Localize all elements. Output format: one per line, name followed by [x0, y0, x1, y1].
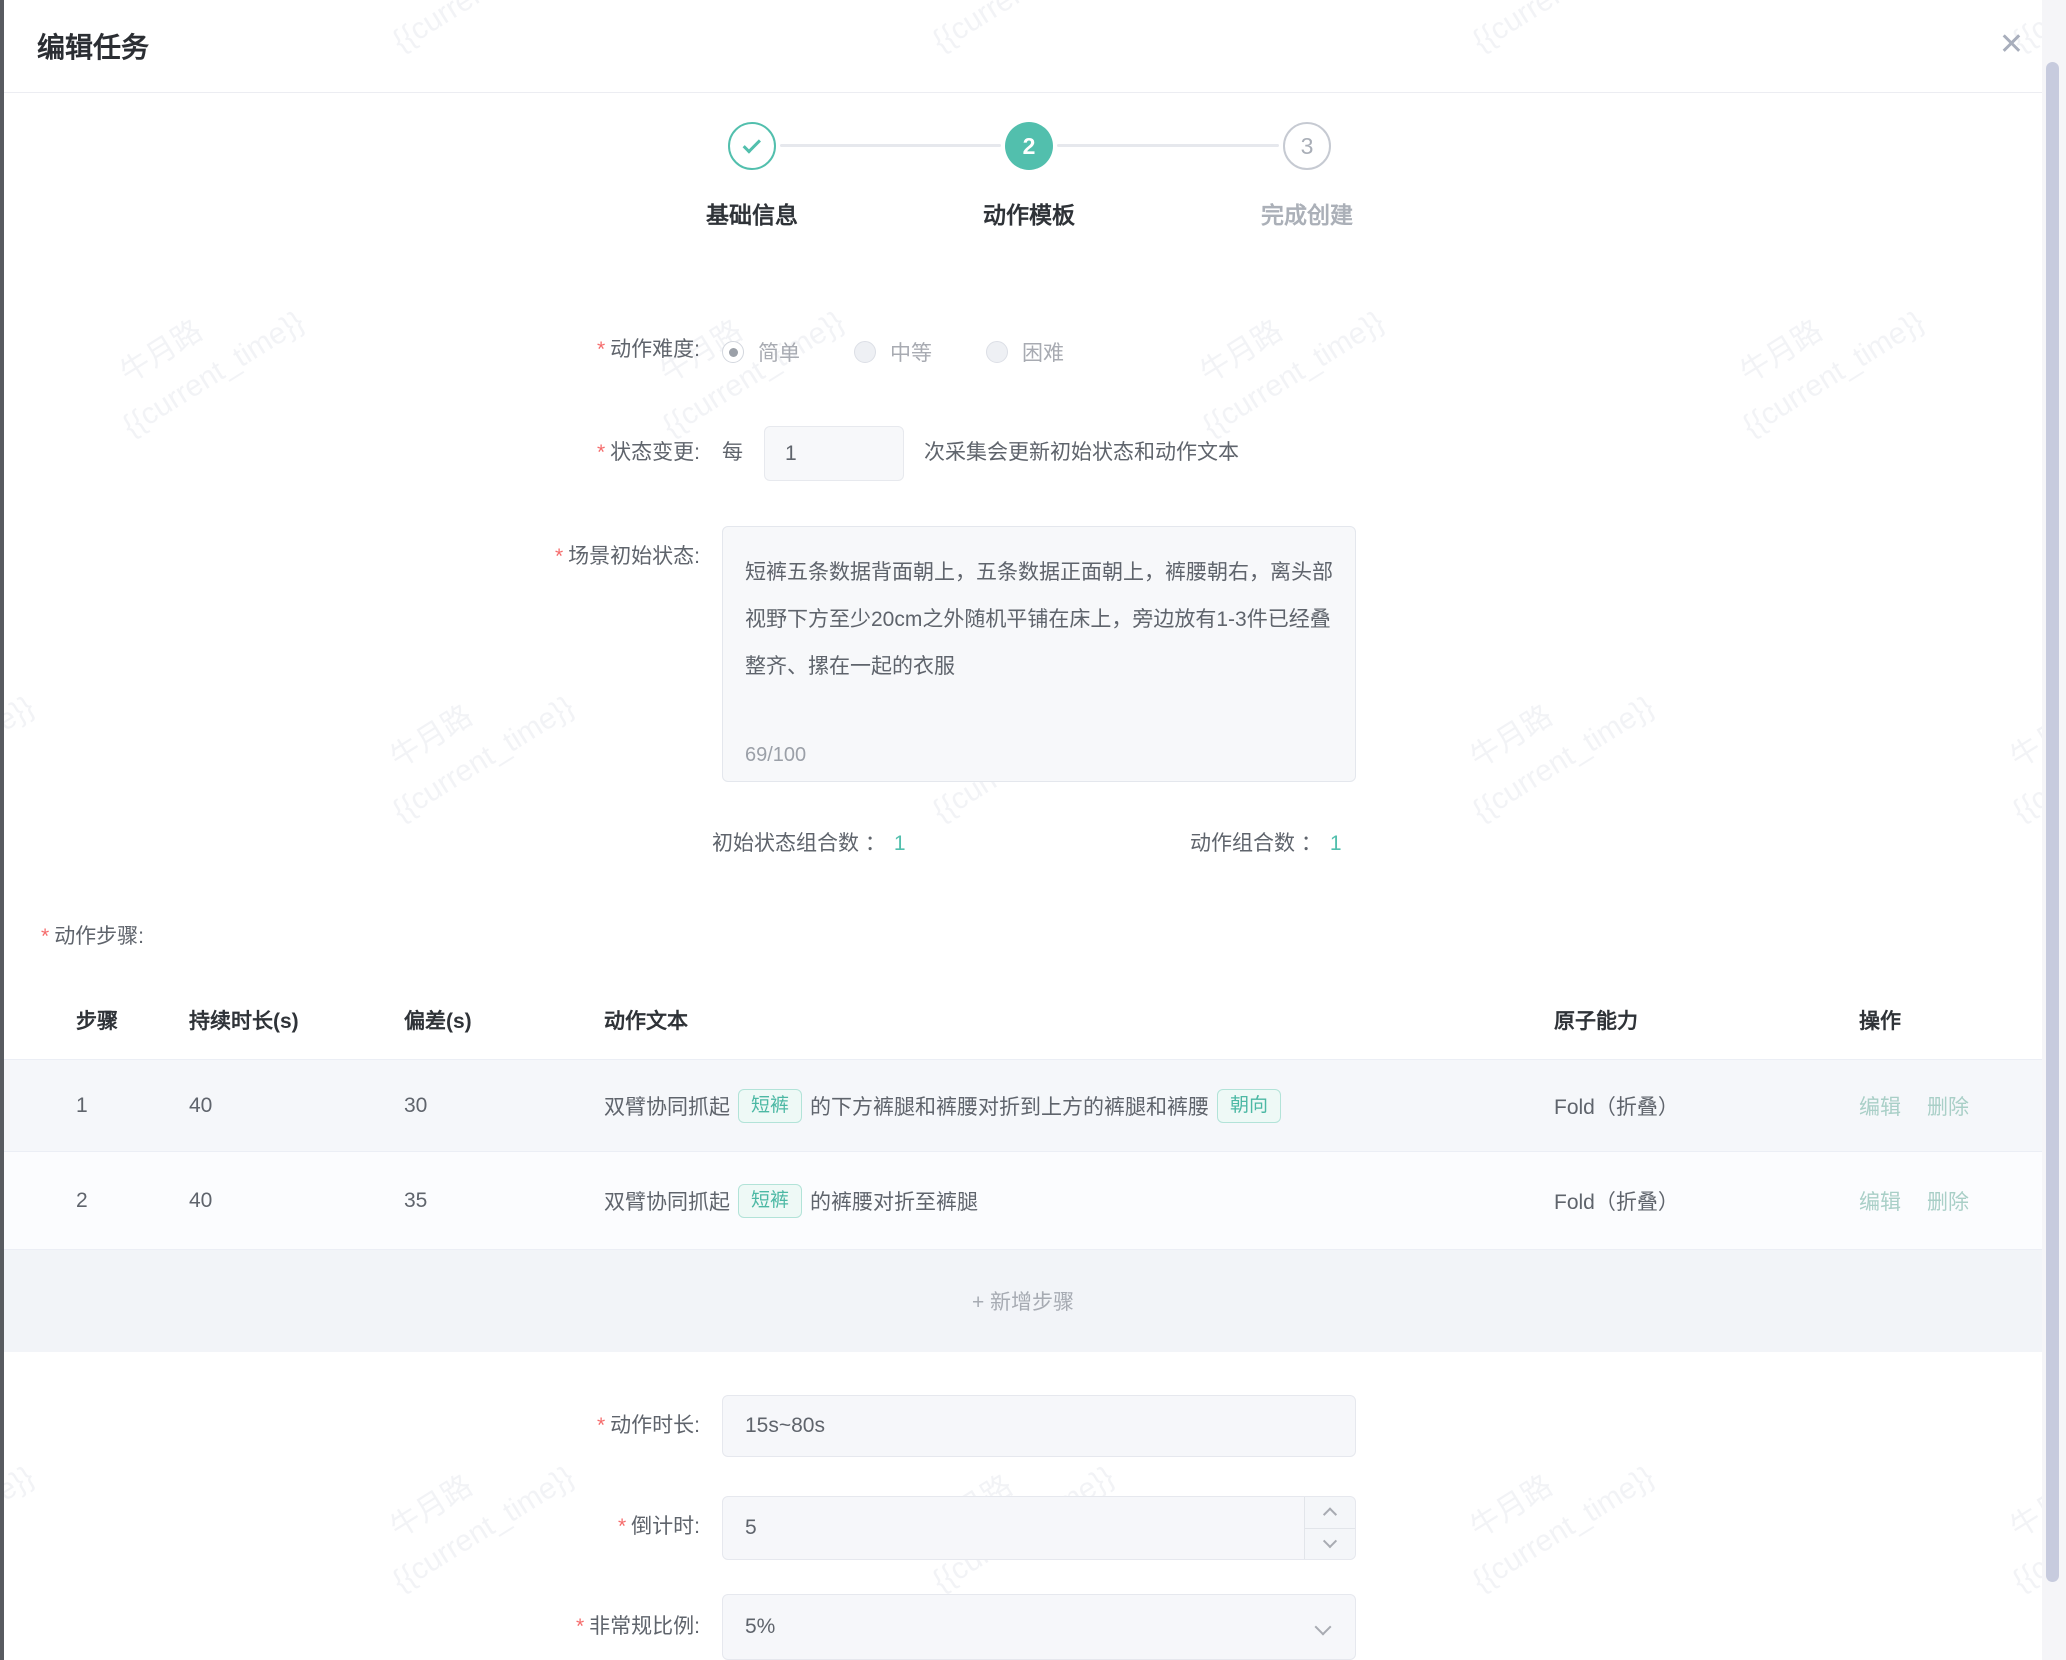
step-3-label: 完成创建 — [1177, 196, 1437, 230]
unusual-ratio-value: 5% — [745, 1595, 1355, 1659]
column-header: 偏差(s) — [404, 1005, 604, 1035]
initial-state-text: 短裤五条数据背面朝上，五条数据正面朝上，裤腰朝右，离头部视野下方至少20cm之外… — [723, 527, 1355, 690]
scrollbar-thumb[interactable] — [2046, 62, 2059, 1582]
chevron-up-icon — [1323, 1507, 1337, 1521]
action-steps-label: *动作步骤: — [41, 920, 144, 950]
unusual-ratio-label: *非常规比例: — [320, 1612, 700, 1642]
cell-step: 2 — [76, 1189, 189, 1213]
radio-icon — [986, 341, 1008, 363]
cell-step: 1 — [76, 1094, 189, 1118]
radio-label: 中等 — [890, 337, 932, 367]
countdown-stepper — [1304, 1497, 1355, 1559]
required-asterisk: * — [555, 545, 563, 568]
difficulty-radio-group: 简单 中等 困难 — [722, 337, 1064, 367]
step-number: 2 — [1023, 133, 1036, 160]
required-asterisk: * — [576, 1615, 584, 1638]
cell-deviation: 35 — [404, 1189, 604, 1213]
edit-link[interactable]: 编辑 — [1859, 1186, 1901, 1216]
table-header-row: 步骤持续时长(s)偏差(s)动作文本原子能力操作 — [4, 980, 2042, 1060]
table-row: 24035双臂协同抓起短裤的裤腰对折至裤腿Fold（折叠）编辑删除 — [4, 1152, 2042, 1250]
delete-link[interactable]: 删除 — [1927, 1091, 1969, 1121]
duration-input[interactable]: 15s~80s — [722, 1395, 1356, 1457]
step-number: 3 — [1301, 133, 1314, 160]
radio-icon — [854, 341, 876, 363]
state-change-prefix: 每 — [722, 438, 743, 468]
duration-label: *动作时长: — [320, 1411, 700, 1441]
entity-tag: 短裤 — [738, 1089, 802, 1123]
state-change-label: *状态变更: — [320, 438, 700, 468]
action-text: 双臂协同抓起 — [604, 1186, 730, 1216]
step-1-label: 基础信息 — [622, 196, 882, 230]
action-text: 的裤腰对折至裤腿 — [810, 1186, 978, 1216]
radio-label: 困难 — [1022, 337, 1064, 367]
close-icon[interactable]: ✕ — [1999, 28, 2024, 62]
state-change-suffix: 次采集会更新初始状态和动作文本 — [924, 438, 1239, 468]
dialog-title: 编辑任务 — [37, 26, 149, 66]
cell-atomic-ability: Fold（折叠） — [1554, 1186, 1859, 1216]
step-2-indicator: 2 — [1005, 122, 1053, 170]
difficulty-radio-中等[interactable]: 中等 — [854, 337, 932, 367]
cell-action-text: 双臂协同抓起短裤的裤腰对折至裤腿 — [604, 1184, 1554, 1218]
increase-button[interactable] — [1304, 1497, 1355, 1528]
dialog-header: 编辑任务 ✕ — [4, 0, 2066, 93]
edit-link[interactable]: 编辑 — [1859, 1091, 1901, 1121]
step-3-indicator: 3 — [1283, 122, 1331, 170]
cell-deviation: 30 — [404, 1094, 604, 1118]
state-change-input[interactable]: 1 — [764, 426, 904, 481]
combo-label: 初始状态组合数 ： — [712, 832, 886, 855]
table-row: 14030双臂协同抓起短裤的下方裤腿和裤腰对折到上方的裤腿和裤腰朝向Fold（折… — [4, 1060, 2042, 1152]
initial-state-textarea[interactable]: 短裤五条数据背面朝上，五条数据正面朝上，裤腰朝右，离头部视野下方至少20cm之外… — [722, 526, 1356, 782]
difficulty-label: *动作难度: — [320, 335, 700, 365]
column-header: 动作文本 — [604, 1005, 1554, 1035]
cell-atomic-ability: Fold（折叠） — [1554, 1091, 1859, 1121]
combo-label: 动作组合数 ： — [1190, 832, 1322, 855]
column-header: 操作 — [1859, 1005, 2042, 1035]
column-header: 持续时长(s) — [189, 1005, 404, 1035]
chevron-down-icon — [1323, 1534, 1337, 1548]
add-step-button[interactable]: + 新增步骤 — [4, 1250, 2042, 1352]
countdown-input[interactable]: 5 — [722, 1496, 1356, 1560]
combo-value: 1 — [1330, 832, 1342, 855]
difficulty-radio-困难[interactable]: 困难 — [986, 337, 1064, 367]
required-asterisk: * — [597, 441, 605, 464]
required-asterisk: * — [597, 1414, 605, 1437]
step-connector — [1057, 144, 1279, 147]
radio-dot — [729, 348, 738, 357]
difficulty-radio-简单[interactable]: 简单 — [722, 337, 800, 367]
entity-tag: 朝向 — [1217, 1089, 1281, 1123]
combo-count-2: 动作组合数 ： 1 — [1190, 827, 1342, 857]
step-1-indicator — [728, 122, 776, 170]
action-text: 的下方裤腿和裤腰对折到上方的裤腿和裤腰 — [810, 1091, 1209, 1121]
combo-count-1: 初始状态组合数 ： 1 — [712, 827, 906, 857]
cell-actions: 编辑删除 — [1859, 1091, 2042, 1121]
unusual-ratio-select[interactable]: 5% — [722, 1594, 1356, 1660]
required-asterisk: * — [618, 1515, 626, 1538]
cell-duration: 40 — [189, 1094, 404, 1118]
entity-tag: 短裤 — [738, 1184, 802, 1218]
countdown-label: *倒计时: — [320, 1512, 700, 1542]
initial-state-label: *场景初始状态: — [320, 542, 700, 572]
column-header: 步骤 — [76, 1005, 189, 1035]
step-2-label: 动作模板 — [899, 196, 1159, 230]
column-header: 原子能力 — [1554, 1005, 1859, 1035]
combo-value: 1 — [894, 832, 906, 855]
action-text: 双臂协同抓起 — [604, 1091, 730, 1121]
delete-link[interactable]: 删除 — [1927, 1186, 1969, 1216]
step-connector — [780, 144, 1001, 147]
required-asterisk: * — [41, 925, 49, 948]
decrease-button[interactable] — [1304, 1528, 1355, 1559]
radio-icon — [722, 341, 744, 363]
cell-actions: 编辑删除 — [1859, 1186, 2042, 1216]
check-icon — [742, 135, 760, 153]
radio-label: 简单 — [758, 337, 800, 367]
char-counter: 69/100 — [745, 744, 806, 767]
cell-action-text: 双臂协同抓起短裤的下方裤腿和裤腰对折到上方的裤腿和裤腰朝向 — [604, 1089, 1554, 1123]
page-left-edge — [0, 0, 4, 1660]
action-steps-table: 步骤持续时长(s)偏差(s)动作文本原子能力操作14030双臂协同抓起短裤的下方… — [4, 980, 2042, 1352]
cell-duration: 40 — [189, 1189, 404, 1213]
edit-task-dialog: 牛月路{{current_time}}牛月路{{current_time}}牛月… — [0, 0, 2066, 1660]
required-asterisk: * — [597, 338, 605, 361]
